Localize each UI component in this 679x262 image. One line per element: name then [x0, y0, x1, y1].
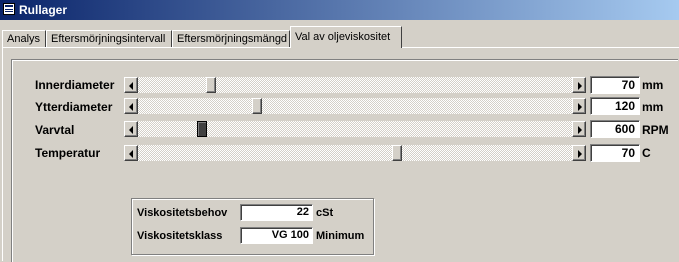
viskositetsbehov-unit: cSt: [316, 207, 334, 219]
tab-analys[interactable]: Analys: [2, 30, 46, 47]
scroll-right-button[interactable]: [572, 145, 586, 161]
tab-eftersmorjningsintervall[interactable]: Eftersmörjningsintervall: [46, 30, 172, 47]
arrow-right-icon: [578, 150, 582, 158]
innerdiameter-value[interactable]: 70: [590, 76, 640, 94]
form-icon: [3, 3, 15, 15]
tab-strip: Analys Eftersmörjningsintervall Eftersmö…: [0, 26, 679, 48]
slider-thumb[interactable]: [197, 121, 207, 137]
temperatur-label: Temperatur: [35, 146, 101, 160]
temperatur-slider[interactable]: [124, 145, 586, 161]
arrow-left-icon: [129, 150, 133, 158]
arrow-right-icon: [578, 126, 582, 134]
arrow-left-icon: [129, 82, 133, 90]
ytterdiameter-slider[interactable]: [124, 98, 586, 114]
scroll-left-button[interactable]: [124, 98, 138, 114]
arrow-left-icon: [129, 126, 133, 134]
innerdiameter-label: Innerdiameter: [35, 78, 115, 92]
varvtal-unit: RPM: [642, 123, 669, 137]
scroll-right-button[interactable]: [572, 98, 586, 114]
varvtal-label: Varvtal: [35, 123, 75, 137]
ytterdiameter-unit: mm: [642, 100, 664, 114]
viskositetsbehov-value[interactable]: 22: [240, 204, 313, 221]
arrow-right-icon: [578, 103, 582, 111]
scroll-right-button[interactable]: [572, 77, 586, 93]
viskositetsklass-label: Viskositetsklass: [137, 230, 223, 242]
title-bar: Rullager: [0, 0, 679, 20]
viskositetsklass-unit: Minimum: [316, 230, 365, 242]
temperatur-value[interactable]: 70: [590, 144, 640, 162]
viskositetsklass-value[interactable]: VG 100: [240, 227, 313, 244]
arrow-left-icon: [129, 103, 133, 111]
tab-val-av-oljeviskositet[interactable]: Val av oljeviskositet: [290, 26, 402, 48]
slider-thumb[interactable]: [206, 77, 216, 93]
scroll-left-button[interactable]: [124, 145, 138, 161]
scroll-left-button[interactable]: [124, 121, 138, 137]
innerdiameter-unit: mm: [642, 78, 664, 92]
temperatur-unit: C: [642, 146, 651, 160]
scroll-right-button[interactable]: [572, 121, 586, 137]
slider-thumb[interactable]: [252, 98, 262, 114]
viskositetsbehov-label: Viskositetsbehov: [137, 207, 228, 219]
results-group: Viskositetsbehov 22 cSt Viskositetsklass…: [131, 198, 374, 255]
innerdiameter-slider[interactable]: [124, 77, 586, 93]
varvtal-slider[interactable]: [124, 121, 586, 137]
ytterdiameter-value[interactable]: 120: [590, 97, 640, 115]
varvtal-value[interactable]: 600: [590, 120, 640, 138]
arrow-right-icon: [578, 82, 582, 90]
slider-thumb[interactable]: [392, 145, 402, 161]
tab-eftersmorjningsmangd[interactable]: Eftersmörjningsmängd: [172, 30, 290, 47]
window-title: Rullager: [19, 3, 68, 17]
ytterdiameter-label: Ytterdiameter: [35, 100, 113, 114]
scroll-left-button[interactable]: [124, 77, 138, 93]
